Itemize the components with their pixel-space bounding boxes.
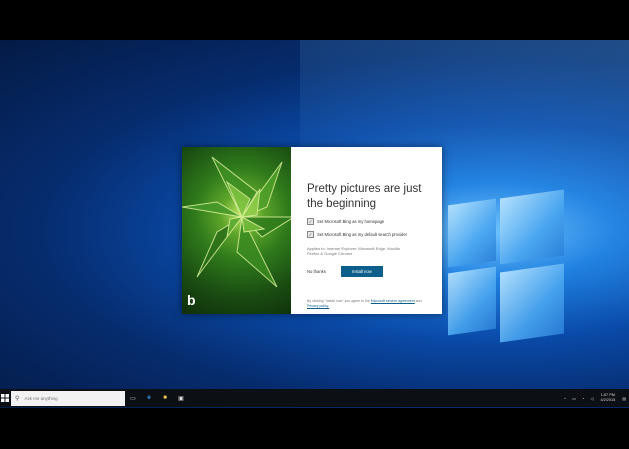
store-icon[interactable]: ▣	[173, 389, 189, 407]
start-icon[interactable]	[1, 394, 9, 402]
succulent-photo: b	[182, 147, 291, 314]
search-provider-label: Set Microsoft Bing as my default search …	[317, 232, 408, 237]
volume-icon[interactable]: ◁	[590, 396, 593, 401]
file-explorer-icon[interactable]: ■	[157, 389, 173, 407]
edge-icon[interactable]: e	[141, 389, 157, 407]
network-icon[interactable]: ◔	[582, 396, 584, 401]
homepage-label: Set Microsoft Bing as my homepage	[317, 219, 385, 224]
applies-to-text: Applies to: Internet Explorer, Microsoft…	[307, 246, 400, 256]
dialog-headline: Pretty pictures are just the beginning	[307, 183, 422, 210]
clock-date: 4/2/2015	[600, 398, 616, 402]
chevron-up-icon[interactable]: ^	[564, 396, 566, 401]
battery-icon[interactable]: ▭	[572, 396, 576, 401]
task-view-icon[interactable]: ▭	[125, 389, 141, 407]
legal-text: By clicking "Install now" you agree to t…	[307, 299, 429, 309]
install-now-button[interactable]: Install now	[340, 266, 383, 277]
bing-logo: b	[187, 292, 196, 308]
legal-and: and	[415, 299, 422, 303]
homepage-checkbox[interactable]: ✓	[307, 218, 314, 225]
desktop: b Pretty pictures are just the beginning…	[0, 40, 629, 408]
button-row: No thanks Install now	[307, 266, 432, 277]
privacy-policy-link[interactable]: Privacy policy.	[307, 304, 329, 308]
windows-logo	[448, 189, 568, 360]
no-thanks-button[interactable]: No thanks	[307, 269, 326, 274]
search-provider-checkbox[interactable]: ✓	[307, 231, 314, 238]
homepage-option[interactable]: ✓ Set Microsoft Bing as my homepage	[307, 218, 432, 225]
clock[interactable]: 1:57 PM 4/2/2015	[600, 393, 615, 403]
notifications-icon[interactable]: ▤	[622, 396, 626, 401]
bing-install-dialog: b Pretty pictures are just the beginning…	[182, 147, 442, 314]
taskbar: ⚲ ▭ e ■ ▣ ^ ▭ ◔ ◁ 1:57 PM 4/2/2015 ▤	[0, 389, 629, 407]
search-provider-option[interactable]: ✓ Set Microsoft Bing as my default searc…	[307, 231, 432, 238]
dialog-content: Pretty pictures are just the beginning ✓…	[291, 147, 442, 314]
search-icon: ⚲	[15, 395, 20, 402]
system-tray: ^ ▭ ◔ ◁ 1:57 PM 4/2/2015 ▤	[561, 393, 629, 403]
legal-prefix: By clicking "Install now" you agree to t…	[307, 299, 370, 303]
search-input[interactable]	[22, 394, 117, 402]
service-agreement-link[interactable]: Microsoft service agreement	[371, 299, 415, 303]
cortana-search-box[interactable]: ⚲	[11, 390, 125, 406]
